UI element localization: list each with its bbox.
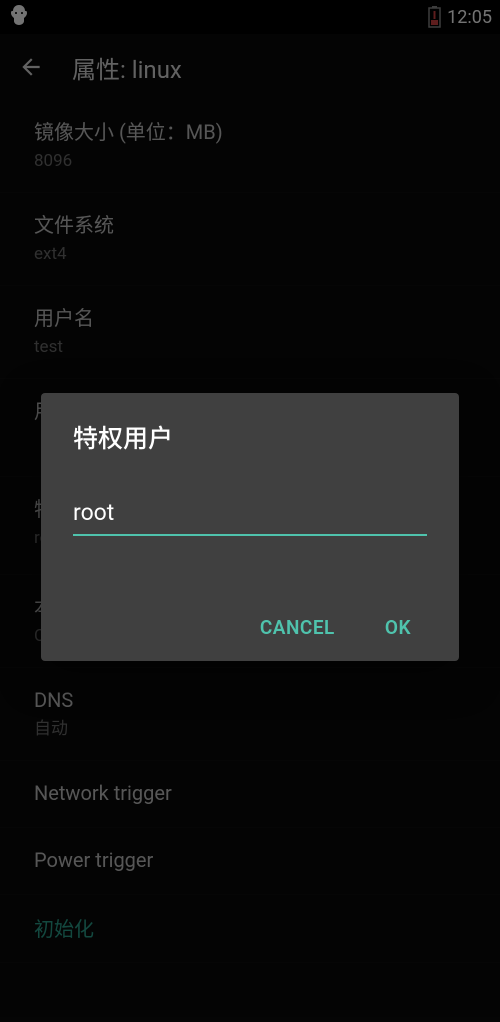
cancel-button[interactable]: CANCEL <box>256 608 339 647</box>
ok-button[interactable]: OK <box>381 608 415 647</box>
dialog-title: 特权用户 <box>73 419 427 455</box>
dialog-scrim[interactable]: 特权用户 CANCEL OK <box>0 0 500 1022</box>
priv-user-input[interactable] <box>73 499 427 526</box>
dialog-priv-user: 特权用户 CANCEL OK <box>41 393 459 661</box>
dialog-actions: CANCEL OK <box>73 608 427 647</box>
dialog-input-wrap <box>73 499 427 536</box>
